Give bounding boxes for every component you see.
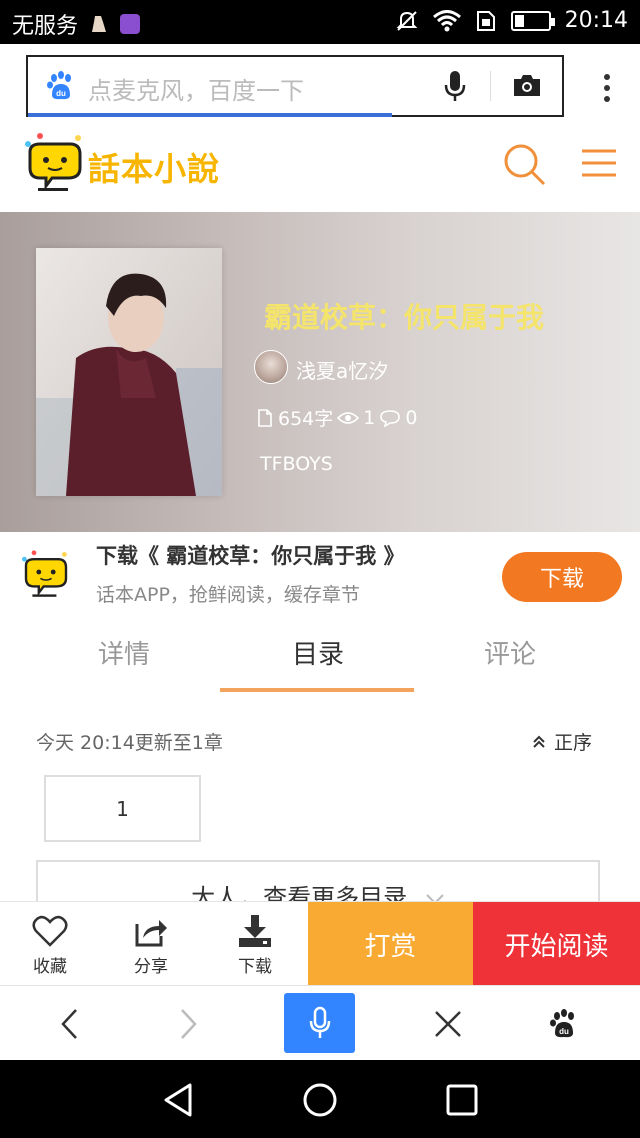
more-vertical-icon[interactable] bbox=[604, 74, 610, 104]
document-icon bbox=[258, 408, 272, 427]
download-label: 下载 bbox=[238, 957, 272, 977]
mute-icon bbox=[396, 10, 418, 31]
sim-icon bbox=[476, 10, 495, 31]
app-logo-icon bbox=[22, 550, 68, 597]
download-button[interactable]: 下载 bbox=[205, 902, 305, 986]
book-tag[interactable]: TFBOYS bbox=[260, 453, 333, 475]
browser-toolbar: du bbox=[0, 985, 640, 1060]
book-action-bar: 收藏 分享 下载 打赏 开始阅读 bbox=[0, 901, 640, 986]
sort-order-label: 正序 bbox=[554, 732, 593, 754]
android-navigation-bar bbox=[0, 1060, 640, 1138]
update-info: 今天 20:14更新至1章 bbox=[36, 732, 223, 754]
svg-text:du: du bbox=[559, 1027, 569, 1036]
share-button[interactable]: 分享 bbox=[101, 902, 201, 986]
share-icon bbox=[135, 920, 167, 947]
search-icon[interactable] bbox=[502, 142, 546, 186]
clock: 20:14 bbox=[564, 8, 628, 33]
baidu-paw-icon: du bbox=[550, 1009, 574, 1038]
eye-icon bbox=[337, 411, 360, 424]
author-name[interactable]: 浅夏a忆汐 bbox=[296, 355, 388, 384]
baidu-home-button[interactable]: du bbox=[534, 994, 594, 1054]
gallery-notification-icon bbox=[120, 14, 141, 34]
heart-icon bbox=[32, 915, 68, 947]
double-chevron-up-icon bbox=[533, 735, 545, 748]
camera-icon[interactable] bbox=[512, 71, 542, 99]
site-logo-text[interactable]: 話本小說 bbox=[88, 144, 220, 190]
microphone-icon[interactable] bbox=[442, 69, 468, 103]
close-page-button[interactable] bbox=[418, 994, 478, 1054]
microphone-icon bbox=[309, 1006, 330, 1038]
android-home-icon[interactable] bbox=[300, 1080, 340, 1120]
close-icon bbox=[435, 1011, 461, 1037]
android-back-icon[interactable] bbox=[160, 1080, 200, 1120]
collect-label: 收藏 bbox=[33, 957, 67, 977]
menu-icon[interactable] bbox=[582, 148, 616, 178]
back-button[interactable] bbox=[40, 994, 100, 1054]
divider bbox=[490, 71, 491, 101]
book-hero: 霸道校草：你只属于我 浅夏a忆汐 654字 1 0 TFBOYS bbox=[0, 212, 640, 532]
site-header: 話本小說 bbox=[0, 124, 640, 212]
download-banner-title: 下载《 霸道校草：你只属于我 》 bbox=[96, 544, 405, 568]
download-app-button[interactable]: 下载 bbox=[502, 552, 622, 602]
book-cover-image[interactable] bbox=[36, 248, 222, 496]
book-stats: 654字 1 0 bbox=[256, 404, 417, 431]
word-count: 654字 bbox=[278, 408, 334, 430]
comment-icon bbox=[380, 409, 401, 427]
sort-order-toggle[interactable]: 正序 bbox=[532, 728, 592, 755]
loading-progress bbox=[28, 113, 392, 117]
browser-search-box[interactable]: du 点麦克风，百度一下 bbox=[26, 55, 564, 117]
chevron-right-icon bbox=[181, 1009, 197, 1039]
download-banner-subtitle: 话本APP，抢鲜阅读，缓存章节 bbox=[96, 584, 360, 606]
active-tab-indicator bbox=[220, 688, 414, 692]
svg-text:du: du bbox=[56, 89, 66, 98]
status-bar: 无服务 20:14 bbox=[0, 0, 640, 44]
start-reading-button[interactable]: 开始阅读 bbox=[473, 902, 640, 986]
baidu-paw-icon: du bbox=[47, 71, 71, 100]
app-download-banner[interactable]: 下载《 霸道校草：你只属于我 》 话本APP，抢鲜阅读，缓存章节 下载 bbox=[0, 532, 640, 614]
forward-button[interactable] bbox=[158, 994, 218, 1054]
voice-search-button[interactable] bbox=[284, 993, 355, 1053]
carrier-text: 无服务 bbox=[12, 14, 79, 39]
android-recents-icon[interactable] bbox=[442, 1080, 482, 1120]
tab-comments[interactable]: 评论 bbox=[410, 634, 610, 671]
browser-search-row: du 点麦克风，百度一下 bbox=[0, 44, 640, 124]
download-icon bbox=[239, 915, 271, 947]
site-logo-icon[interactable] bbox=[20, 130, 90, 200]
chevron-left-icon bbox=[61, 1009, 77, 1039]
tab-details[interactable]: 详情 bbox=[24, 634, 224, 671]
tab-bar: 详情 目录 评论 bbox=[0, 614, 640, 692]
wifi-icon bbox=[432, 9, 461, 31]
collect-button[interactable]: 收藏 bbox=[0, 902, 100, 986]
view-count: 1 bbox=[363, 406, 376, 429]
chapter-item[interactable]: 1 bbox=[44, 775, 201, 842]
search-input[interactable]: 点麦克风，百度一下 bbox=[88, 71, 304, 106]
author-avatar[interactable] bbox=[254, 350, 288, 384]
tab-catalog[interactable]: 目录 bbox=[218, 634, 418, 671]
reward-button[interactable]: 打赏 bbox=[308, 902, 473, 986]
book-title: 霸道校草：你只属于我 bbox=[264, 301, 545, 334]
share-label: 分享 bbox=[134, 957, 168, 977]
app-notification-icon bbox=[92, 16, 107, 32]
comment-count: 0 bbox=[405, 406, 418, 429]
battery-icon bbox=[510, 10, 555, 31]
